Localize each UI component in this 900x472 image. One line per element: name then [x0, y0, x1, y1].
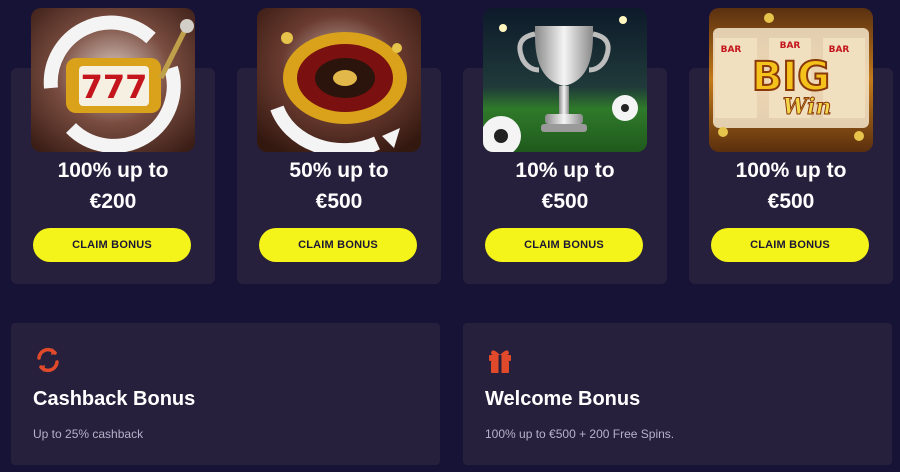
promo-offer-slots: 100% up to €200	[11, 155, 215, 217]
welcome-bonus-title: Welcome Bonus	[485, 388, 641, 410]
claim-bonus-button[interactable]: CLAIM BONUS	[33, 228, 191, 262]
trophy-soccer-image	[483, 8, 647, 152]
promo-offer-roulette: 50% up to €500	[237, 155, 441, 217]
svg-text:777: 777	[81, 68, 148, 106]
bar-text: BAR	[780, 41, 801, 51]
gift-icon	[485, 345, 515, 375]
offer-line-2: €500	[541, 190, 589, 213]
big-win-slot-image: BAR BAR BAR BIG Win	[709, 8, 873, 152]
offer-line-1: 100% up to	[57, 159, 169, 182]
win-text: Win	[783, 94, 832, 120]
offer-line-2: €200	[89, 190, 137, 213]
claim-bonus-button[interactable]: CLAIM BONUS	[259, 228, 417, 262]
bar-text: BAR	[721, 45, 742, 55]
offer-line-1: 10% up to	[515, 159, 615, 182]
bar-text: BAR	[829, 45, 850, 55]
offer-line-1: 100% up to	[735, 159, 847, 182]
claim-bonus-button[interactable]: CLAIM BONUS	[711, 228, 869, 262]
welcome-bonus-description: 100% up to €500 + 200 Free Spins.	[485, 427, 675, 441]
promo-offer-big-win: 100% up to €500	[689, 155, 893, 217]
cashback-refresh-icon	[33, 345, 63, 375]
cashback-bonus-title: Cashback Bonus	[33, 388, 196, 410]
roulette-wheel-image	[257, 8, 421, 152]
cashback-bonus-description: Up to 25% cashback	[33, 427, 144, 441]
claim-bonus-button[interactable]: CLAIM BONUS	[485, 228, 643, 262]
promo-offer-sports: 10% up to €500	[463, 155, 667, 217]
offer-line-1: 50% up to	[289, 159, 389, 182]
offer-line-2: €500	[315, 190, 363, 213]
offer-line-2: €500	[767, 190, 815, 213]
slot-machine-777-image: 777	[31, 8, 195, 152]
